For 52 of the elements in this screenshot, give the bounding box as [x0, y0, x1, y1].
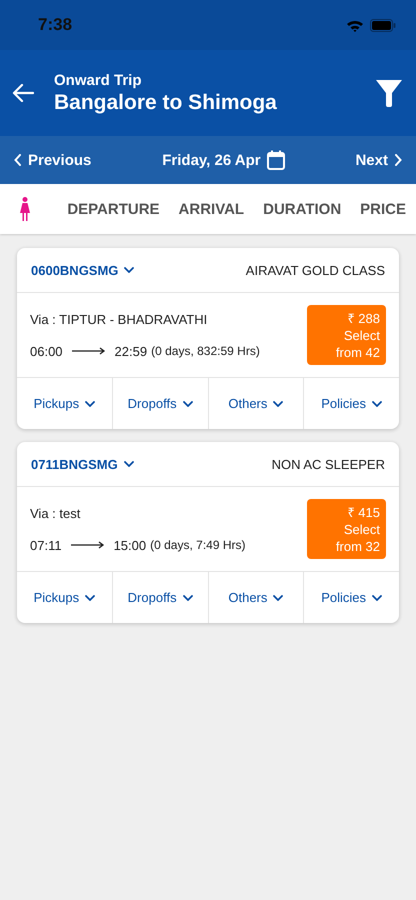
departure-time: 07:11: [30, 538, 62, 552]
chevron-down-icon: [273, 400, 284, 406]
bus-type: AIRAVAT GOLD CLASS: [246, 262, 385, 278]
arrival-time: 22:59: [114, 344, 148, 358]
chevron-down-icon: [85, 594, 96, 600]
next-button[interactable]: Next: [355, 152, 402, 168]
chevron-down-icon: [124, 461, 134, 467]
calendar-icon: [266, 150, 285, 170]
chevron-down-icon: [372, 594, 382, 600]
route-code-dropdown[interactable]: 0711BNGSMG: [31, 456, 134, 472]
via-text: Via : TIPTUR - BHADRAVATHI: [30, 312, 208, 326]
date-button[interactable]: Friday, 26 Apr: [162, 150, 285, 170]
route-title: Bangalore to Shimoga: [54, 90, 278, 114]
previous-button[interactable]: Previous: [14, 152, 92, 168]
filter-icon: [376, 80, 402, 106]
wifi-icon: [346, 18, 364, 32]
dropdown-button[interactable]: Pickups: [17, 572, 112, 623]
chevron-left-icon: [14, 154, 22, 166]
chevron-down-icon: [182, 400, 193, 406]
chevron-down-icon: [182, 594, 193, 600]
sort-tab[interactable]: DEPARTURE: [67, 200, 160, 218]
dropdown-button[interactable]: Dropoffs: [112, 572, 208, 623]
back-arrow-icon: [12, 84, 34, 102]
bus-type: NON AC SLEEPER: [272, 456, 385, 472]
dropdown-button[interactable]: Policies: [303, 572, 399, 623]
filter-button[interactable]: [376, 80, 402, 106]
dropdown-button[interactable]: Dropoffs: [112, 378, 208, 429]
route-code-dropdown[interactable]: 0600BNGSMG: [31, 262, 134, 278]
arrival-time: 15:00: [114, 538, 146, 552]
long-arrow-icon: [72, 347, 106, 355]
sort-tab[interactable]: PRICE: [360, 200, 406, 218]
chevron-right-icon: [394, 154, 402, 166]
woman-icon: [19, 197, 31, 221]
chevron-down-icon: [372, 400, 382, 406]
status-time: 7:38: [38, 15, 72, 35]
dropdown-button[interactable]: Policies: [303, 378, 399, 429]
via-text: Via : test: [30, 506, 82, 520]
duration-text: (0 days, 832:59 Hrs): [151, 344, 260, 358]
back-button[interactable]: [12, 84, 34, 102]
chevron-down-icon: [85, 400, 96, 406]
trip-subtitle: Onward Trip: [54, 72, 143, 88]
departure-time: 06:00: [30, 344, 63, 358]
dropdown-button[interactable]: Others: [208, 378, 304, 429]
sort-tab[interactable]: ARRIVAL: [178, 200, 244, 218]
long-arrow-icon: [70, 541, 105, 549]
dropdown-button[interactable]: Pickups: [17, 378, 112, 429]
sort-tab[interactable]: DURATION: [263, 200, 342, 218]
chevron-down-icon: [124, 267, 134, 273]
dropdown-button[interactable]: Others: [208, 572, 304, 623]
battery-icon: [370, 18, 396, 32]
chevron-down-icon: [273, 594, 284, 600]
duration-text: (0 days, 7:49 Hrs): [150, 538, 246, 552]
